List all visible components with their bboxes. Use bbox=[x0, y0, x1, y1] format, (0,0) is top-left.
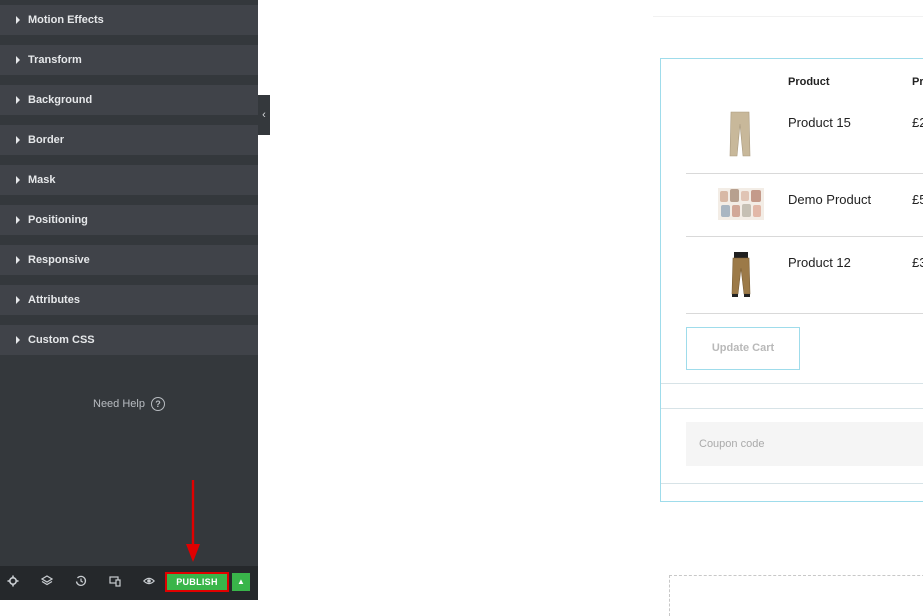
section-attributes[interactable]: Attributes bbox=[0, 285, 258, 315]
caret-right-icon bbox=[16, 336, 20, 344]
caret-right-icon bbox=[16, 136, 20, 144]
section-positioning[interactable]: Positioning bbox=[0, 205, 258, 235]
section-label: Transform bbox=[28, 54, 82, 66]
product-name[interactable]: Product 15 bbox=[788, 115, 851, 130]
empty-drop-area bbox=[669, 575, 923, 616]
product-price: £3 bbox=[912, 255, 923, 270]
section-mask[interactable]: Mask bbox=[0, 165, 258, 195]
need-help-link[interactable]: Need Help ? bbox=[93, 396, 165, 412]
product-image bbox=[729, 111, 751, 157]
product-name[interactable]: Product 12 bbox=[788, 255, 851, 270]
divider bbox=[653, 16, 923, 17]
section-label: Responsive bbox=[28, 254, 90, 266]
history-icon[interactable] bbox=[72, 574, 90, 592]
section-label: Custom CSS bbox=[28, 334, 95, 346]
chevron-left-icon: ‹ bbox=[262, 109, 266, 121]
preview-icon[interactable] bbox=[140, 574, 158, 592]
need-help-label: Need Help bbox=[93, 398, 145, 410]
caret-right-icon bbox=[16, 176, 20, 184]
column-header-price: Pr bbox=[912, 76, 923, 88]
section-transform[interactable]: Transform bbox=[0, 45, 258, 75]
collapse-panel-button[interactable]: ‹ bbox=[258, 95, 270, 135]
product-name[interactable]: Demo Product bbox=[788, 192, 871, 207]
row-divider bbox=[686, 173, 923, 174]
layers-icon[interactable] bbox=[38, 574, 56, 592]
section-responsive[interactable]: Responsive bbox=[0, 245, 258, 275]
product-price: £2 bbox=[912, 115, 923, 130]
row-divider bbox=[686, 313, 923, 314]
section-label: Mask bbox=[28, 174, 56, 186]
section-label: Background bbox=[28, 94, 93, 106]
caret-right-icon bbox=[16, 216, 20, 224]
section-border[interactable]: Border bbox=[0, 125, 258, 155]
section-custom-css[interactable]: Custom CSS bbox=[0, 325, 258, 355]
caret-right-icon bbox=[16, 56, 20, 64]
annotation-arrow bbox=[186, 480, 200, 562]
caret-right-icon bbox=[16, 256, 20, 264]
publish-button[interactable]: PUBLISH bbox=[165, 572, 229, 592]
section-label: Attributes bbox=[28, 294, 80, 306]
chevron-up-icon: ▲ bbox=[237, 577, 245, 586]
update-cart-button[interactable]: Update Cart bbox=[686, 327, 800, 370]
section-label: Positioning bbox=[28, 214, 88, 226]
product-price: £5 bbox=[912, 192, 923, 207]
section-label: Border bbox=[28, 134, 65, 146]
product-image bbox=[731, 252, 751, 297]
section-label: Motion Effects bbox=[28, 14, 104, 26]
responsive-icon[interactable] bbox=[106, 574, 124, 592]
coupon-code-input[interactable] bbox=[686, 422, 923, 466]
caret-right-icon bbox=[16, 296, 20, 304]
product-image bbox=[718, 188, 764, 220]
question-icon: ? bbox=[150, 397, 165, 411]
section-background[interactable]: Background bbox=[0, 85, 258, 115]
section-motion-effects[interactable]: Motion Effects bbox=[0, 5, 258, 35]
editor-panel: Motion Effects Transform Background Bord… bbox=[0, 0, 258, 600]
caret-right-icon bbox=[16, 96, 20, 104]
column-header-product: Product bbox=[788, 76, 830, 88]
caret-right-icon bbox=[16, 16, 20, 24]
publish-options-button[interactable]: ▲ bbox=[232, 573, 250, 591]
settings-icon[interactable] bbox=[4, 574, 22, 592]
row-divider bbox=[686, 236, 923, 237]
